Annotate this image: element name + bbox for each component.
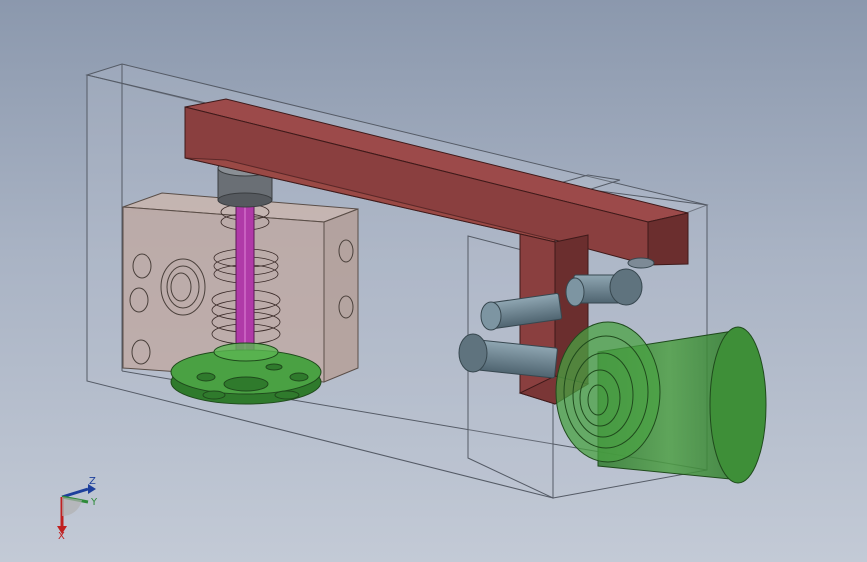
bolt-hole (289, 372, 309, 382)
bolt-hole (196, 372, 216, 382)
z-axis-label: Z (89, 476, 96, 487)
x-axis-label: X (58, 531, 65, 542)
block-side-face (323, 208, 359, 383)
lever-side-face (647, 212, 689, 266)
bolt-hole (265, 363, 283, 371)
z-axis (61, 487, 89, 499)
y-axis-label: Y (91, 497, 98, 508)
triad-plane (62, 497, 82, 517)
coordinate-triad (57, 484, 96, 534)
bolt-hole (274, 390, 300, 400)
graphics-viewport[interactable]: Z Y X (0, 0, 867, 562)
pin (565, 268, 643, 307)
cad-model-view[interactable] (0, 0, 867, 562)
bolt-hole (202, 390, 226, 400)
bolt-hole (223, 376, 269, 392)
plunger-rod[interactable] (235, 199, 255, 351)
pin-hole (627, 257, 655, 269)
